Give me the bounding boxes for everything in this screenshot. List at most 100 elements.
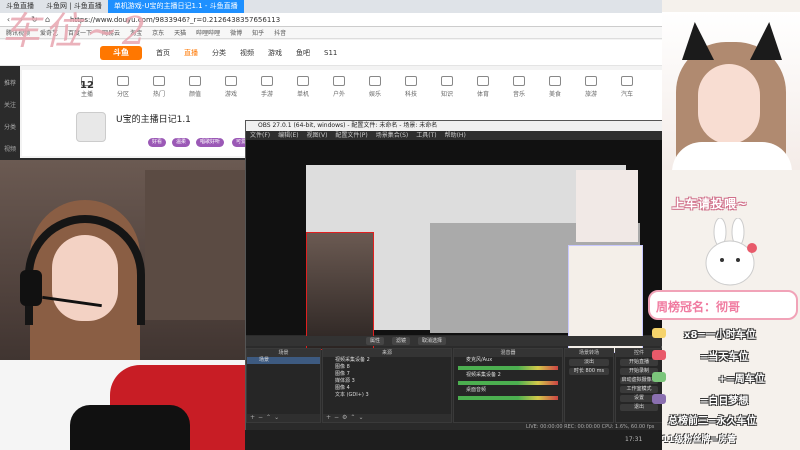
category-row: 主播 分区 热门 颜值 游戏 手游 单机 户外 娱乐 科技 知识 体育 音乐 美食 旅游 汽车 [22, 70, 662, 106]
source-item[interactable]: 媒体源 3 [323, 378, 451, 385]
transition-select[interactable]: 淡出 [569, 359, 609, 366]
category-icon [405, 76, 417, 86]
handwritten-overlay: 车位~2 [2, 9, 151, 53]
category-label: 科技 [404, 91, 417, 98]
category-label: 娱乐 [368, 91, 381, 98]
category-item[interactable]: 音乐 [504, 70, 534, 106]
exit-button[interactable]: 退出 [620, 404, 658, 411]
cat-ear-right [750, 22, 782, 60]
category-item[interactable]: 颜值 [180, 70, 210, 106]
category-label: 音乐 [512, 91, 525, 98]
category-icon [117, 76, 129, 86]
category-item[interactable]: 汽车 [612, 70, 642, 106]
filters-button[interactable]: 滤镜 [392, 337, 411, 345]
source-item[interactable]: 文本 (GDI+) 3 [323, 392, 451, 399]
category-item[interactable]: 科技 [396, 70, 426, 106]
tag-pill[interactable]: 温柔 [172, 138, 191, 147]
category-label: 主播 [80, 91, 93, 98]
menu-item[interactable]: 配置文件(P) [335, 131, 367, 140]
dock-footer-buttons[interactable]: +−⌃⌄ [247, 414, 320, 422]
source-item[interactable]: 视频采集设备 2 [323, 357, 451, 364]
studio-mode-button[interactable]: 工作室模式 [620, 386, 658, 393]
category-label: 热门 [152, 91, 165, 98]
category-item[interactable]: 知识 [432, 70, 462, 106]
nav-item[interactable]: S11 [324, 49, 337, 57]
deselect-button[interactable]: 取消选择 [418, 337, 447, 345]
volume-meter[interactable] [458, 381, 558, 385]
category-item[interactable]: 旅游 [576, 70, 606, 106]
source-item[interactable]: 图像 4 [323, 385, 451, 392]
sidebar-item[interactable]: 分类 [0, 110, 20, 132]
bookmark[interactable]: 天猫 [174, 28, 186, 37]
tag-pill[interactable]: 唱歌好听 [196, 138, 225, 147]
transitions-dock: 场景转场 淡出 时长 800 ms [564, 348, 614, 423]
category-item[interactable]: 手游 [252, 70, 282, 106]
menu-item[interactable]: 编辑(E) [278, 131, 298, 140]
category-item[interactable]: 户外 [324, 70, 354, 106]
category-item[interactable]: 游戏 [216, 70, 246, 106]
avatar[interactable] [76, 112, 106, 142]
dock-header: 来源 [323, 349, 451, 357]
category-item[interactable]: 体育 [468, 70, 498, 106]
scene-item[interactable]: 场景 [247, 357, 320, 364]
background-shelf [145, 170, 245, 320]
source-item[interactable]: 图像 8 [323, 364, 451, 371]
sidebar-item[interactable]: 推荐 [0, 66, 20, 88]
bunny-icon [705, 218, 757, 286]
bookmark[interactable]: 抖音 [274, 28, 286, 37]
nav-item-active[interactable]: 直播 [184, 48, 198, 58]
category-item[interactable]: 美食 [540, 70, 570, 106]
volume-meter[interactable] [458, 366, 558, 370]
rule-line: x8=一小时车位 [684, 330, 756, 341]
guitar [70, 405, 190, 450]
dock-footer-buttons[interactable]: +−⚙⌃⌄ [323, 414, 451, 422]
category-icon [513, 76, 525, 86]
menu-item[interactable]: 工具(T) [416, 131, 436, 140]
menu-item[interactable]: 帮助(H) [445, 131, 466, 140]
menu-item[interactable]: 场景集合(S) [376, 131, 409, 140]
category-icon [441, 76, 453, 86]
category-item[interactable]: 热门 [144, 70, 174, 106]
bookmark[interactable]: 哔哩哔哩 [196, 28, 220, 37]
properties-button[interactable]: 属性 [366, 337, 385, 345]
streamer-face [698, 64, 760, 144]
category-item[interactable]: 单机 [288, 70, 318, 106]
menu-item[interactable]: 视图(V) [307, 131, 328, 140]
obs-preview[interactable] [246, 140, 663, 353]
volume-meter[interactable] [458, 396, 558, 400]
category-label: 户外 [332, 91, 345, 98]
bookmark[interactable]: 知乎 [252, 28, 264, 37]
source-item[interactable]: 图像 7 [323, 371, 451, 378]
nav-item[interactable]: 首页 [156, 48, 170, 58]
category-icon [297, 76, 309, 86]
scenes-dock: 场景 场景 +−⌃⌄ [246, 348, 321, 423]
tag-pill[interactable]: 好看 [148, 138, 167, 147]
feed-banner: 上车请投喂~ [672, 197, 749, 211]
category-item[interactable]: 分区 [108, 70, 138, 106]
nav-item[interactable]: 鱼吧 [296, 48, 310, 58]
nav-item[interactable]: 分类 [212, 48, 226, 58]
obs-window: OBS 27.0.1 (64-bit, windows) - 配置文件: 未命名… [245, 120, 663, 431]
bookmark[interactable]: 微博 [230, 28, 242, 37]
preview-webcam-source[interactable] [306, 232, 374, 350]
rule-line: =当天车位 [700, 352, 749, 363]
mixer-channel: 桌面音频 [466, 387, 487, 393]
category-item[interactable]: 娱乐 [360, 70, 390, 106]
start-streaming-button[interactable]: 开始直播 [620, 359, 658, 366]
category-label: 单机 [296, 91, 309, 98]
bookmark[interactable]: 京东 [152, 28, 164, 37]
duration-field[interactable]: 时长 800 ms [569, 368, 609, 375]
obs-menu: 文件(F) 编辑(E) 视图(V) 配置文件(P) 场景集合(S) 工具(T) … [246, 131, 663, 140]
headset-icon [25, 215, 145, 325]
nav-item[interactable]: 视频 [240, 48, 254, 58]
room-title: U宝的主播日记1.1 [116, 115, 191, 125]
ticket-icon [652, 328, 666, 338]
secondary-webcam [662, 12, 800, 170]
headset-earcup [20, 270, 42, 306]
sidebar-item[interactable]: 视频 [0, 132, 20, 154]
sidebar-item[interactable]: 关注 [0, 88, 20, 110]
nav-item[interactable]: 游戏 [268, 48, 282, 58]
rule-line: =白日梦想 [700, 396, 749, 407]
menu-item[interactable]: 文件(F) [250, 131, 270, 140]
mixer-channel: 麦克风/Aux [466, 357, 493, 363]
